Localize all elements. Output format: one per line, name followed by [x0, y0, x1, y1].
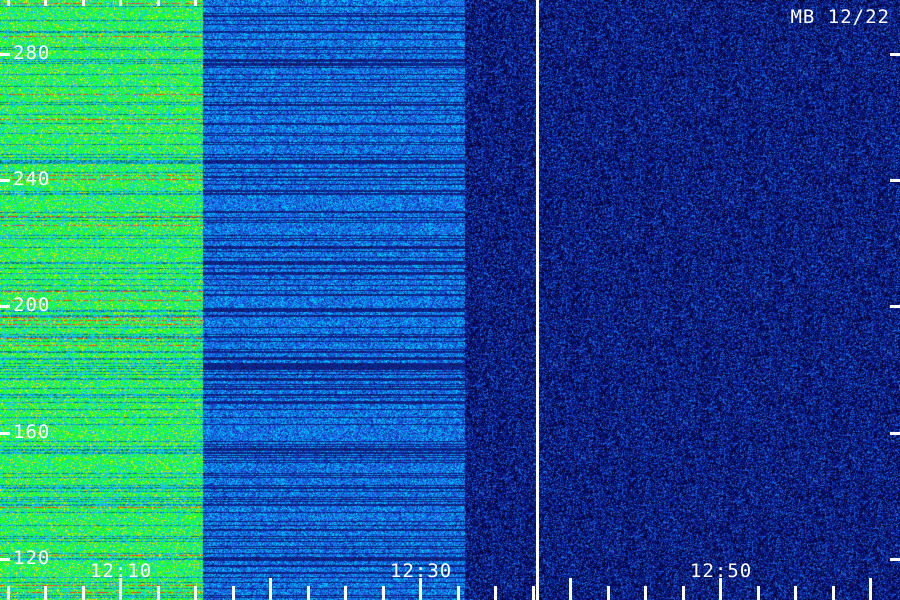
x-tick-bottom — [419, 578, 422, 600]
y-tick-right-200 — [890, 305, 900, 309]
y-tick-left-240 — [0, 179, 10, 182]
x-tick-top — [6, 0, 10, 6]
x-tick-bottom — [494, 586, 497, 600]
x-tick-bottom — [344, 586, 347, 600]
x-tick-bottom — [6, 586, 10, 600]
x-tick-bottom — [831, 586, 835, 600]
x-tick-bottom — [606, 586, 610, 600]
x-tick-bottom — [569, 578, 572, 600]
y-tick-label-200: 200 — [13, 294, 51, 317]
y-tick-left-160 — [0, 431, 10, 435]
x-tick-bottom — [81, 586, 85, 600]
y-tick-label-160: 160 — [13, 420, 51, 443]
x-tick-bottom — [456, 586, 460, 600]
x-tick-bottom — [269, 578, 272, 600]
x-tick-bottom — [644, 586, 647, 600]
x-tick-top — [119, 0, 122, 6]
x-tick-bottom — [719, 578, 722, 600]
x-tick-bottom — [306, 586, 310, 600]
y-tick-right-280 — [890, 52, 900, 56]
x-tick-bottom — [756, 586, 760, 600]
x-tick-top — [81, 0, 85, 6]
y-tick-label-280: 280 — [13, 41, 51, 64]
y-tick-label-240: 240 — [13, 168, 51, 190]
spectrogram-intensity-bands — [0, 0, 900, 600]
y-tick-right-240 — [890, 179, 900, 182]
y-tick-left-120 — [0, 557, 10, 561]
x-tick-top — [156, 0, 160, 6]
x-tick-bottom — [119, 578, 122, 600]
y-tick-right-160 — [890, 431, 900, 435]
x-tick-bottom — [194, 586, 197, 600]
x-tick-bottom — [531, 586, 535, 600]
x-tick-bottom — [381, 586, 385, 600]
y-tick-label-120: 120 — [13, 546, 51, 569]
y-tick-right-120 — [890, 557, 900, 561]
x-tick-bottom — [794, 586, 797, 600]
x-tick-bottom — [44, 586, 47, 600]
y-tick-left-280 — [0, 52, 10, 56]
x-tick-bottom — [231, 586, 235, 600]
corner-label: MB 12/22 — [790, 6, 890, 28]
x-tick-top — [44, 0, 47, 6]
x-tick-bottom — [681, 586, 685, 600]
x-tick-bottom — [869, 578, 872, 600]
vertical-marker-line — [536, 0, 539, 600]
x-tick-top — [194, 0, 197, 6]
spectrogram-chart: MB 12/22 280 240 200 160 120 12:10 12:30 12:50 — [0, 0, 900, 600]
x-tick-bottom — [156, 586, 160, 600]
y-tick-left-200 — [0, 305, 10, 309]
